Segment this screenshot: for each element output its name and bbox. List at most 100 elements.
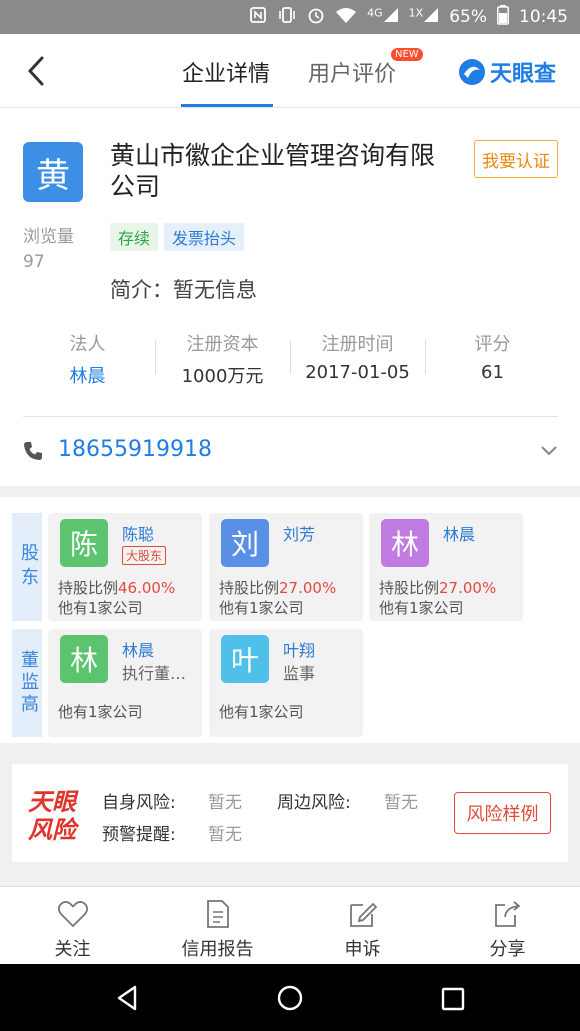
phone-icon xyxy=(24,442,42,460)
share-value: 27.00% xyxy=(439,579,497,597)
executive-name[interactable]: 林晨 xyxy=(122,637,154,661)
executive-name[interactable]: 叶翔 xyxy=(283,637,315,661)
shareholder-name[interactable]: 陈聪 xyxy=(122,521,154,545)
bottom-toolbar: 关注 信用报告 申诉 分享 xyxy=(0,886,580,964)
tab-label: 信用报告 xyxy=(181,939,254,960)
shareholder-card[interactable]: 刘 刘芳 持股比例27.00% 他有1家公司 xyxy=(209,513,363,621)
stat-registration-date: 注册时间 2017-01-05 xyxy=(290,330,425,390)
new-badge: NEW xyxy=(391,48,423,61)
share-value: 46.00% xyxy=(118,579,176,597)
stat-value: 2017-01-05 xyxy=(305,362,410,383)
risk-section[interactable]: 天眼 风险 自身风险: 暂无 周边风险: 暂无 预警提醒: 暂无 风险样例 xyxy=(12,764,568,862)
around-risk-value: 暂无 xyxy=(384,793,418,813)
nfc-icon xyxy=(249,6,267,28)
shareholder-name[interactable]: 林晨 xyxy=(443,521,475,545)
appeal-button[interactable]: 申诉 xyxy=(290,887,435,964)
views-count: 97 xyxy=(23,252,45,272)
system-nav-bar xyxy=(0,964,580,1031)
avatar: 叶 xyxy=(221,635,269,683)
back-triangle-icon[interactable] xyxy=(113,984,141,1012)
heart-icon xyxy=(57,901,88,928)
executives-label-text: 董监高 xyxy=(18,650,39,716)
tab-label: 申诉 xyxy=(344,939,381,960)
vibrate-icon xyxy=(277,6,297,28)
executives-label: 董监高 xyxy=(12,629,42,737)
views-label: 浏览量 xyxy=(23,227,74,247)
wifi-icon xyxy=(335,6,357,28)
avatar: 林 xyxy=(60,635,108,683)
warning-value: 暂无 xyxy=(208,825,242,845)
verify-button[interactable]: 我要认证 xyxy=(474,140,558,178)
stat-label: 评分 xyxy=(474,334,511,355)
chevron-down-icon[interactable] xyxy=(540,444,558,458)
header: 企业详情 用户评价 NEW 天眼查 xyxy=(0,34,580,108)
phone-number[interactable]: 18655919918 xyxy=(58,437,212,462)
risk-logo-line1: 天眼 xyxy=(28,788,79,816)
other-companies: 他有1家公司 xyxy=(379,599,464,617)
edit-icon xyxy=(349,902,377,927)
executive-card[interactable]: 叶 叶翔 监事 他有1家公司 xyxy=(209,629,363,737)
company-name: 黄山市徽企企业管理咨询有限公司 xyxy=(110,141,436,201)
other-companies: 他有1家公司 xyxy=(219,703,304,721)
shareholder-card[interactable]: 林 林晨 持股比例27.00% 他有1家公司 xyxy=(369,513,523,621)
document-icon xyxy=(206,900,229,928)
home-circle-icon[interactable] xyxy=(276,984,304,1012)
around-risk-label: 周边风险: xyxy=(277,793,351,813)
status-tag: 存续 xyxy=(110,223,159,251)
shareholder-name[interactable]: 刘芳 xyxy=(283,521,315,545)
avatar: 陈 xyxy=(60,519,108,567)
recents-square-icon[interactable] xyxy=(440,986,466,1012)
share-button[interactable]: 分享 xyxy=(435,887,580,964)
divider xyxy=(23,416,558,417)
company-section: 黄 黄山市徽企企业管理咨询有限公司 我要认证 浏览量 97 存续 发票抬头 简介… xyxy=(0,108,580,486)
risk-logo: 天眼 风险 xyxy=(28,788,80,844)
active-tab-indicator xyxy=(181,104,273,107)
risk-logo-line2: 风险 xyxy=(28,816,80,844)
shareholder-card[interactable]: 陈 陈聪 大股东 持股比例46.00% 他有1家公司 xyxy=(48,513,202,621)
network-label: 4G xyxy=(367,6,383,20)
stat-legal-person[interactable]: 法人 林晨 xyxy=(20,330,155,390)
risk-sample-button[interactable]: 风险样例 xyxy=(454,792,551,834)
company-logo: 黄 xyxy=(23,142,83,202)
other-companies: 他有1家公司 xyxy=(58,599,143,617)
share-ratio: 持股比例46.00% xyxy=(58,577,175,598)
credit-report-button[interactable]: 信用报告 xyxy=(145,887,290,964)
shareholders-label: 股东 xyxy=(12,513,42,621)
self-risk-value: 暂无 xyxy=(208,793,242,813)
executive-card[interactable]: 林 林晨 执行董事... 他有1家公司 xyxy=(48,629,202,737)
share-icon xyxy=(494,901,520,927)
executive-role: 监事 xyxy=(283,664,316,683)
stat-value: 1000万元 xyxy=(181,366,264,387)
people-section: 股东 董监高 陈 陈聪 大股东 持股比例46.00% 他有1家公司 刘 刘芳 持… xyxy=(0,497,580,743)
stat-score: 评分 61 xyxy=(425,330,560,390)
other-companies: 他有1家公司 xyxy=(58,703,143,721)
self-risk-label: 自身风险: xyxy=(102,793,176,813)
tab-label: 关注 xyxy=(54,939,91,960)
tab-user-reviews[interactable]: 用户评价 xyxy=(308,56,396,88)
invoice-header-tag[interactable]: 发票抬头 xyxy=(164,223,245,251)
tab-company-details[interactable]: 企业详情 xyxy=(182,56,270,88)
major-shareholder-badge: 大股东 xyxy=(122,546,167,565)
follow-button[interactable]: 关注 xyxy=(0,887,145,964)
brand-logo: 天眼查 xyxy=(458,56,556,88)
chevron-left-icon xyxy=(27,56,44,86)
other-companies: 他有1家公司 xyxy=(219,599,304,617)
alarm-icon xyxy=(307,6,325,28)
avatar: 林 xyxy=(381,519,429,567)
battery-icon xyxy=(497,5,509,29)
executive-role: 执行董事... xyxy=(122,664,200,683)
stat-label: 注册资本 xyxy=(186,334,259,355)
key-stats: 法人 林晨 注册资本 1000万元 注册时间 2017-01-05 评分 61 xyxy=(20,330,560,390)
share-label: 持股比例 xyxy=(379,579,440,597)
company-intro: 简介：暂无信息 xyxy=(110,278,257,302)
stat-registered-capital: 注册资本 1000万元 xyxy=(155,330,290,390)
clock: 10:45 xyxy=(519,7,568,27)
tab-label: 分享 xyxy=(489,939,526,960)
warning-label: 预警提醒: xyxy=(102,825,176,845)
back-button[interactable] xyxy=(22,54,52,88)
share-ratio: 持股比例27.00% xyxy=(219,577,336,598)
share-value: 27.00% xyxy=(279,579,337,597)
status-bar: 4G 1X 65% 10:45 xyxy=(0,0,580,34)
tianyancha-logo-icon xyxy=(459,59,485,85)
signal-1x-icon: 1X xyxy=(409,7,440,27)
